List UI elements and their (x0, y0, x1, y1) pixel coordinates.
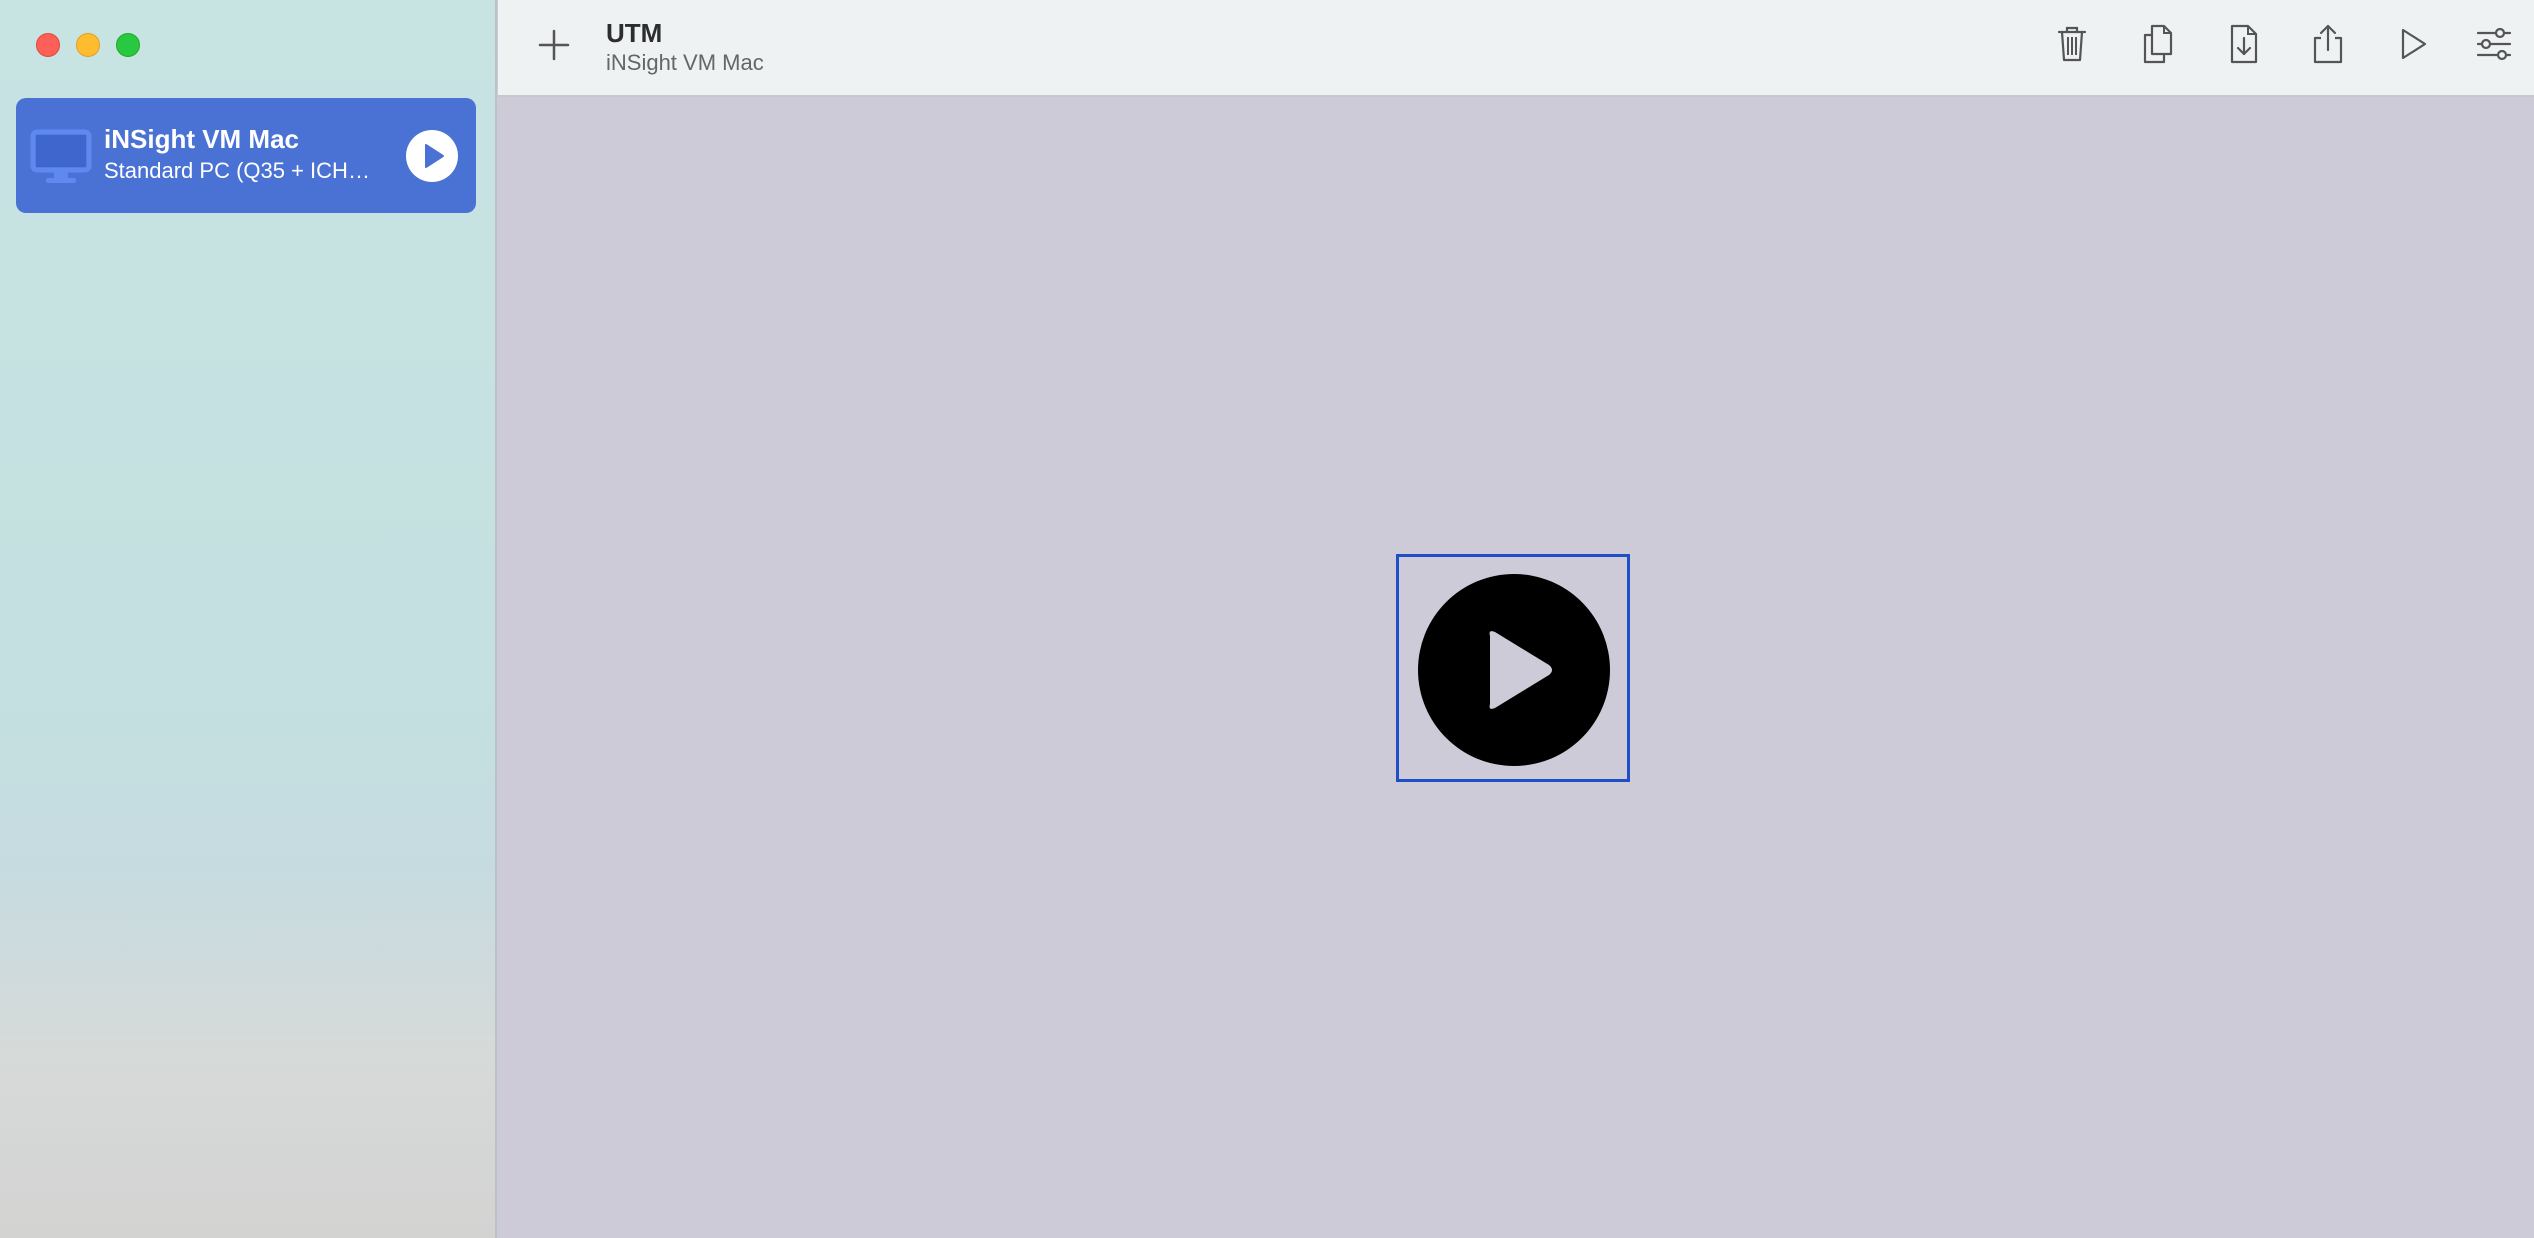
export-button[interactable] (2222, 22, 2266, 66)
clone-icon (2143, 24, 2173, 64)
run-button[interactable] (2390, 22, 2434, 66)
sliders-icon (2476, 27, 2512, 61)
share-icon (2313, 24, 2343, 64)
vm-detail-area (498, 97, 2534, 1238)
delete-button[interactable] (2050, 22, 2094, 66)
settings-button[interactable] (2472, 22, 2516, 66)
download-icon (2230, 24, 2258, 64)
vm-subtitle: Standard PC (Q35 + ICH… (104, 158, 370, 183)
play-icon (2401, 28, 2427, 60)
monitor-icon (30, 126, 92, 186)
zoom-window-button[interactable] (116, 33, 140, 57)
start-vm-button[interactable] (1396, 554, 1630, 782)
minimize-window-button[interactable] (76, 33, 100, 57)
trash-icon (2057, 26, 2087, 62)
window-subtitle: iNSight VM Mac (606, 50, 764, 75)
close-window-button[interactable] (36, 33, 60, 57)
play-circle-icon (1418, 574, 1610, 766)
plus-icon (538, 29, 570, 61)
window-title: UTM (606, 18, 663, 48)
play-icon (425, 144, 444, 168)
clone-button[interactable] (2136, 22, 2180, 66)
share-button[interactable] (2306, 22, 2350, 66)
vm-list-item[interactable]: iNSight VM Mac Standard PC (Q35 + ICH… (16, 98, 476, 213)
vm-play-button[interactable] (406, 130, 458, 182)
utm-window: iNSight VM Mac Standard PC (Q35 + ICH… U… (0, 0, 2534, 1238)
vm-name: iNSight VM Mac (104, 124, 300, 154)
add-vm-button[interactable] (534, 25, 574, 65)
sidebar: iNSight VM Mac Standard PC (Q35 + ICH… (0, 0, 497, 1238)
toolbar: UTM iNSight VM Mac (498, 0, 2534, 97)
